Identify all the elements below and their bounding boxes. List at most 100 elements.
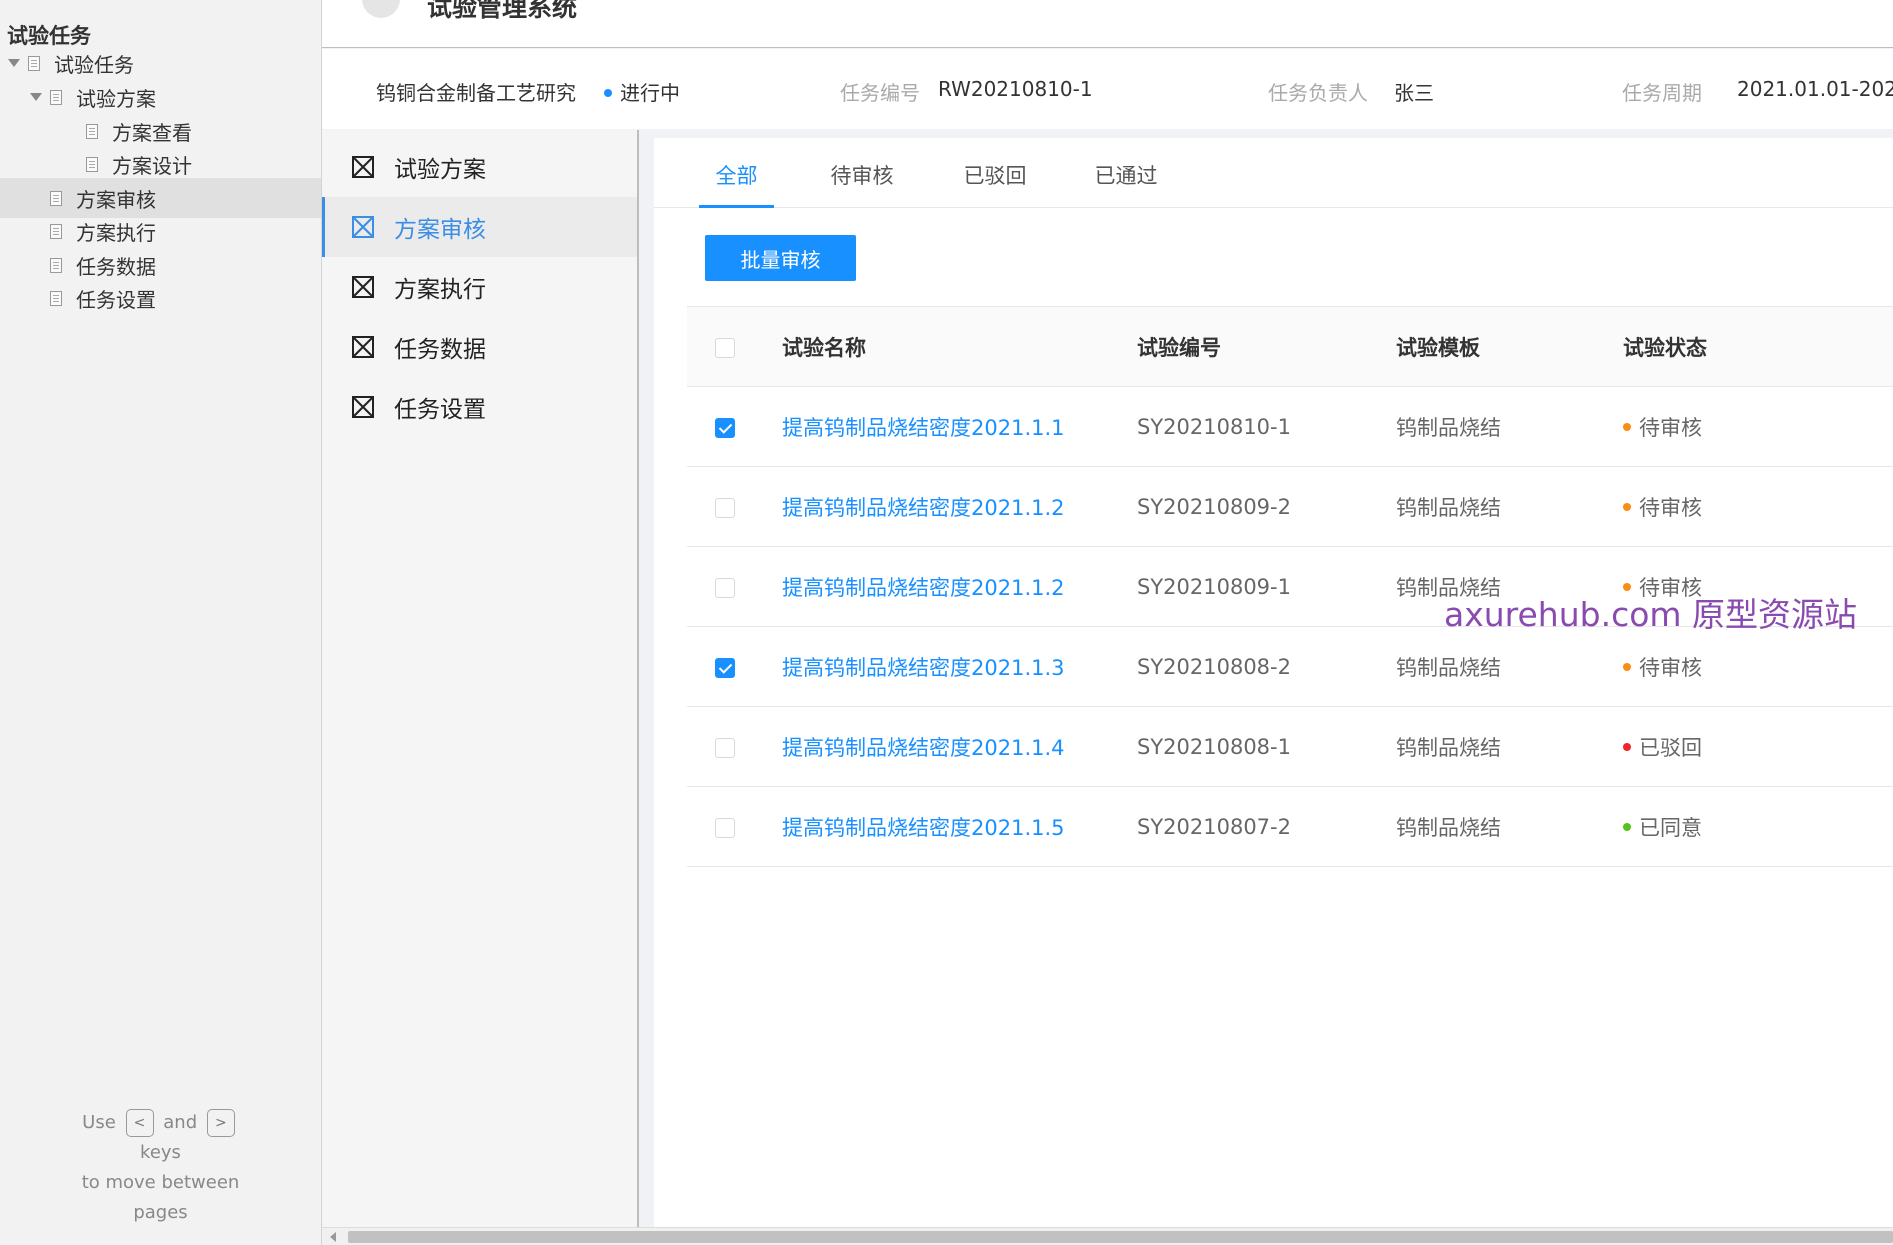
- experiment-status: 待审核: [1623, 386, 1893, 467]
- help-and-text: and: [163, 1112, 198, 1133]
- nav-item-label: 任务设置: [394, 397, 486, 423]
- experiment-name-link[interactable]: 提高钨制品烧结密度2021.1.2: [782, 466, 1137, 547]
- project-name: 钨铜合金制备工艺研究: [376, 81, 576, 105]
- col-header-name[interactable]: 试验名称: [782, 306, 1137, 387]
- experiment-name-link[interactable]: 提高钨制品烧结密度2021.1.2: [782, 546, 1137, 627]
- experiment-status-label: 待审核: [1639, 655, 1702, 680]
- experiment-name-link[interactable]: 提高钨制品烧结密度2021.1.1: [782, 386, 1137, 467]
- tree-item-label: 任务设置: [76, 287, 156, 312]
- scroll-left-icon[interactable]: [330, 1232, 336, 1242]
- placeholder-image-icon: [352, 156, 374, 178]
- page-icon: [50, 290, 62, 306]
- nav-item[interactable]: 方案审核: [322, 197, 637, 257]
- experiment-code: SY20210808-1: [1137, 706, 1396, 787]
- experiment-name-link[interactable]: 提高钨制品烧结密度2021.1.4: [782, 706, 1137, 787]
- placeholder-image-icon: [352, 276, 374, 298]
- content-panel: 全部 待审核 已驳回 已通过 批量审核 试验名称 试验编号 试验模板 试验状态 提高钨…: [654, 138, 1893, 1230]
- horizontal-scrollbar[interactable]: [322, 1227, 1893, 1245]
- tab-item[interactable]: 已通过: [1090, 160, 1162, 208]
- left-key-icon: <: [125, 1109, 154, 1137]
- scrollbar-thumb[interactable]: [348, 1231, 1893, 1243]
- table-row[interactable]: 提高钨制品烧结密度2021.1.4 SY20210808-1 钨制品烧结 已驳回: [687, 706, 1893, 787]
- help-move-text: to move between: [81, 1172, 240, 1193]
- experiment-template: 钨制品烧结: [1396, 706, 1623, 787]
- placeholder-image-icon: [352, 216, 374, 238]
- nav-item-label: 方案审核: [394, 217, 486, 243]
- status-tabs: 全部 待审核 已驳回 已通过: [654, 138, 1893, 208]
- page-icon: [50, 89, 62, 105]
- tab-item[interactable]: 待审核: [826, 160, 898, 208]
- task-status-label: 进行中: [620, 81, 680, 105]
- experiment-status: 已驳回: [1623, 706, 1893, 787]
- task-status: 进行中: [604, 77, 680, 106]
- experiment-status: 已同意: [1623, 786, 1893, 867]
- logo-icon: [362, 0, 400, 18]
- table-row[interactable]: 提高钨制品烧结密度2021.1.5 SY20210807-2 钨制品烧结 已同意: [687, 786, 1893, 867]
- row-select-cell: [687, 386, 782, 467]
- expand-arrow-icon[interactable]: [8, 59, 20, 67]
- owner-label: 任务负责人: [1268, 81, 1368, 105]
- period-label: 任务周期: [1622, 81, 1702, 105]
- status-dot-icon: [1623, 662, 1631, 671]
- tab-item[interactable]: 已驳回: [959, 160, 1031, 208]
- tree-item-label: 试验任务: [54, 52, 134, 77]
- row-select-cell: [687, 786, 782, 867]
- experiment-template: 钨制品烧结: [1396, 626, 1623, 707]
- table-row[interactable]: 提高钨制品烧结密度2021.1.1 SY20210810-1 钨制品烧结 待审核: [687, 386, 1893, 467]
- table-row[interactable]: 提高钨制品烧结密度2021.1.3 SY20210808-2 钨制品烧结 待审核: [687, 626, 1893, 707]
- help-use-text: Use: [82, 1112, 116, 1133]
- row-checkbox[interactable]: [715, 417, 735, 438]
- owner-value: 张三: [1394, 81, 1434, 105]
- nav-item-label: 方案执行: [394, 277, 486, 303]
- row-select-cell: [687, 626, 782, 707]
- experiment-name-link[interactable]: 提高钨制品烧结密度2021.1.3: [782, 626, 1137, 707]
- page-icon: [50, 190, 62, 206]
- app-title: 试验管理系统: [427, 0, 578, 22]
- experiment-status-label: 待审核: [1639, 495, 1702, 520]
- nav-item[interactable]: 任务数据: [322, 317, 637, 377]
- page-icon: [86, 123, 98, 139]
- row-checkbox[interactable]: [715, 577, 735, 598]
- table-row[interactable]: 提高钨制品烧结密度2021.1.2 SY20210809-2 钨制品烧结 待审核: [687, 466, 1893, 547]
- nav-item[interactable]: 试验方案: [322, 137, 637, 197]
- tab-item[interactable]: 全部: [699, 160, 774, 208]
- tree-item-label: 方案审核: [76, 187, 156, 212]
- row-checkbox[interactable]: [715, 737, 735, 758]
- experiment-code: SY20210809-2: [1137, 466, 1396, 547]
- nav-item-label: 试验方案: [394, 157, 486, 183]
- status-dot-icon: [1623, 822, 1631, 831]
- placeholder-image-icon: [352, 336, 374, 358]
- task-info-bar: 钨铜合金制备工艺研究 进行中 任务编号 RW20210810-1 任务负责人 张…: [322, 49, 1893, 129]
- experiment-template: 钨制品烧结: [1396, 386, 1623, 467]
- help-pages-text: pages: [133, 1202, 188, 1223]
- row-checkbox[interactable]: [715, 497, 735, 518]
- tree-item[interactable]: 任务设置: [0, 278, 321, 318]
- page-tree-sidebar: 试验任务 试验任务 试验方案 方案查看 方案设计 方案审核 方案执行 任务数据 任务设置 Us…: [0, 0, 322, 1245]
- row-select-cell: [687, 466, 782, 547]
- page-icon: [50, 223, 62, 239]
- col-header-status[interactable]: 试验状态: [1623, 306, 1893, 387]
- experiment-status: 待审核: [1623, 466, 1893, 547]
- tree-item-label: 方案执行: [76, 220, 156, 245]
- tree-item-label: 任务数据: [76, 254, 156, 279]
- experiment-name-link[interactable]: 提高钨制品烧结密度2021.1.5: [782, 786, 1137, 867]
- help-keys-text: keys: [140, 1142, 181, 1163]
- period-value: 2021.01.01-2021: [1737, 77, 1893, 101]
- nav-item-label: 任务数据: [394, 337, 486, 363]
- experiment-status: 待审核: [1623, 626, 1893, 707]
- expand-arrow-icon[interactable]: [30, 93, 42, 101]
- experiment-code: SY20210807-2: [1137, 786, 1396, 867]
- batch-review-button[interactable]: 批量审核: [705, 235, 856, 281]
- experiment-template: 钨制品烧结: [1396, 786, 1623, 867]
- row-checkbox[interactable]: [715, 817, 735, 838]
- select-all-checkbox[interactable]: [715, 337, 735, 358]
- keyboard-help: Use < and > keys to move between pages: [0, 1108, 321, 1228]
- experiment-code: SY20210808-2: [1137, 626, 1396, 707]
- right-key-icon: >: [206, 1109, 235, 1137]
- col-header-code[interactable]: 试验编号: [1137, 306, 1396, 387]
- nav-item[interactable]: 方案执行: [322, 257, 637, 317]
- nav-item[interactable]: 任务设置: [322, 377, 637, 437]
- row-checkbox[interactable]: [715, 657, 735, 678]
- col-header-template[interactable]: 试验模板: [1396, 306, 1623, 387]
- status-dot-icon: [1623, 742, 1631, 751]
